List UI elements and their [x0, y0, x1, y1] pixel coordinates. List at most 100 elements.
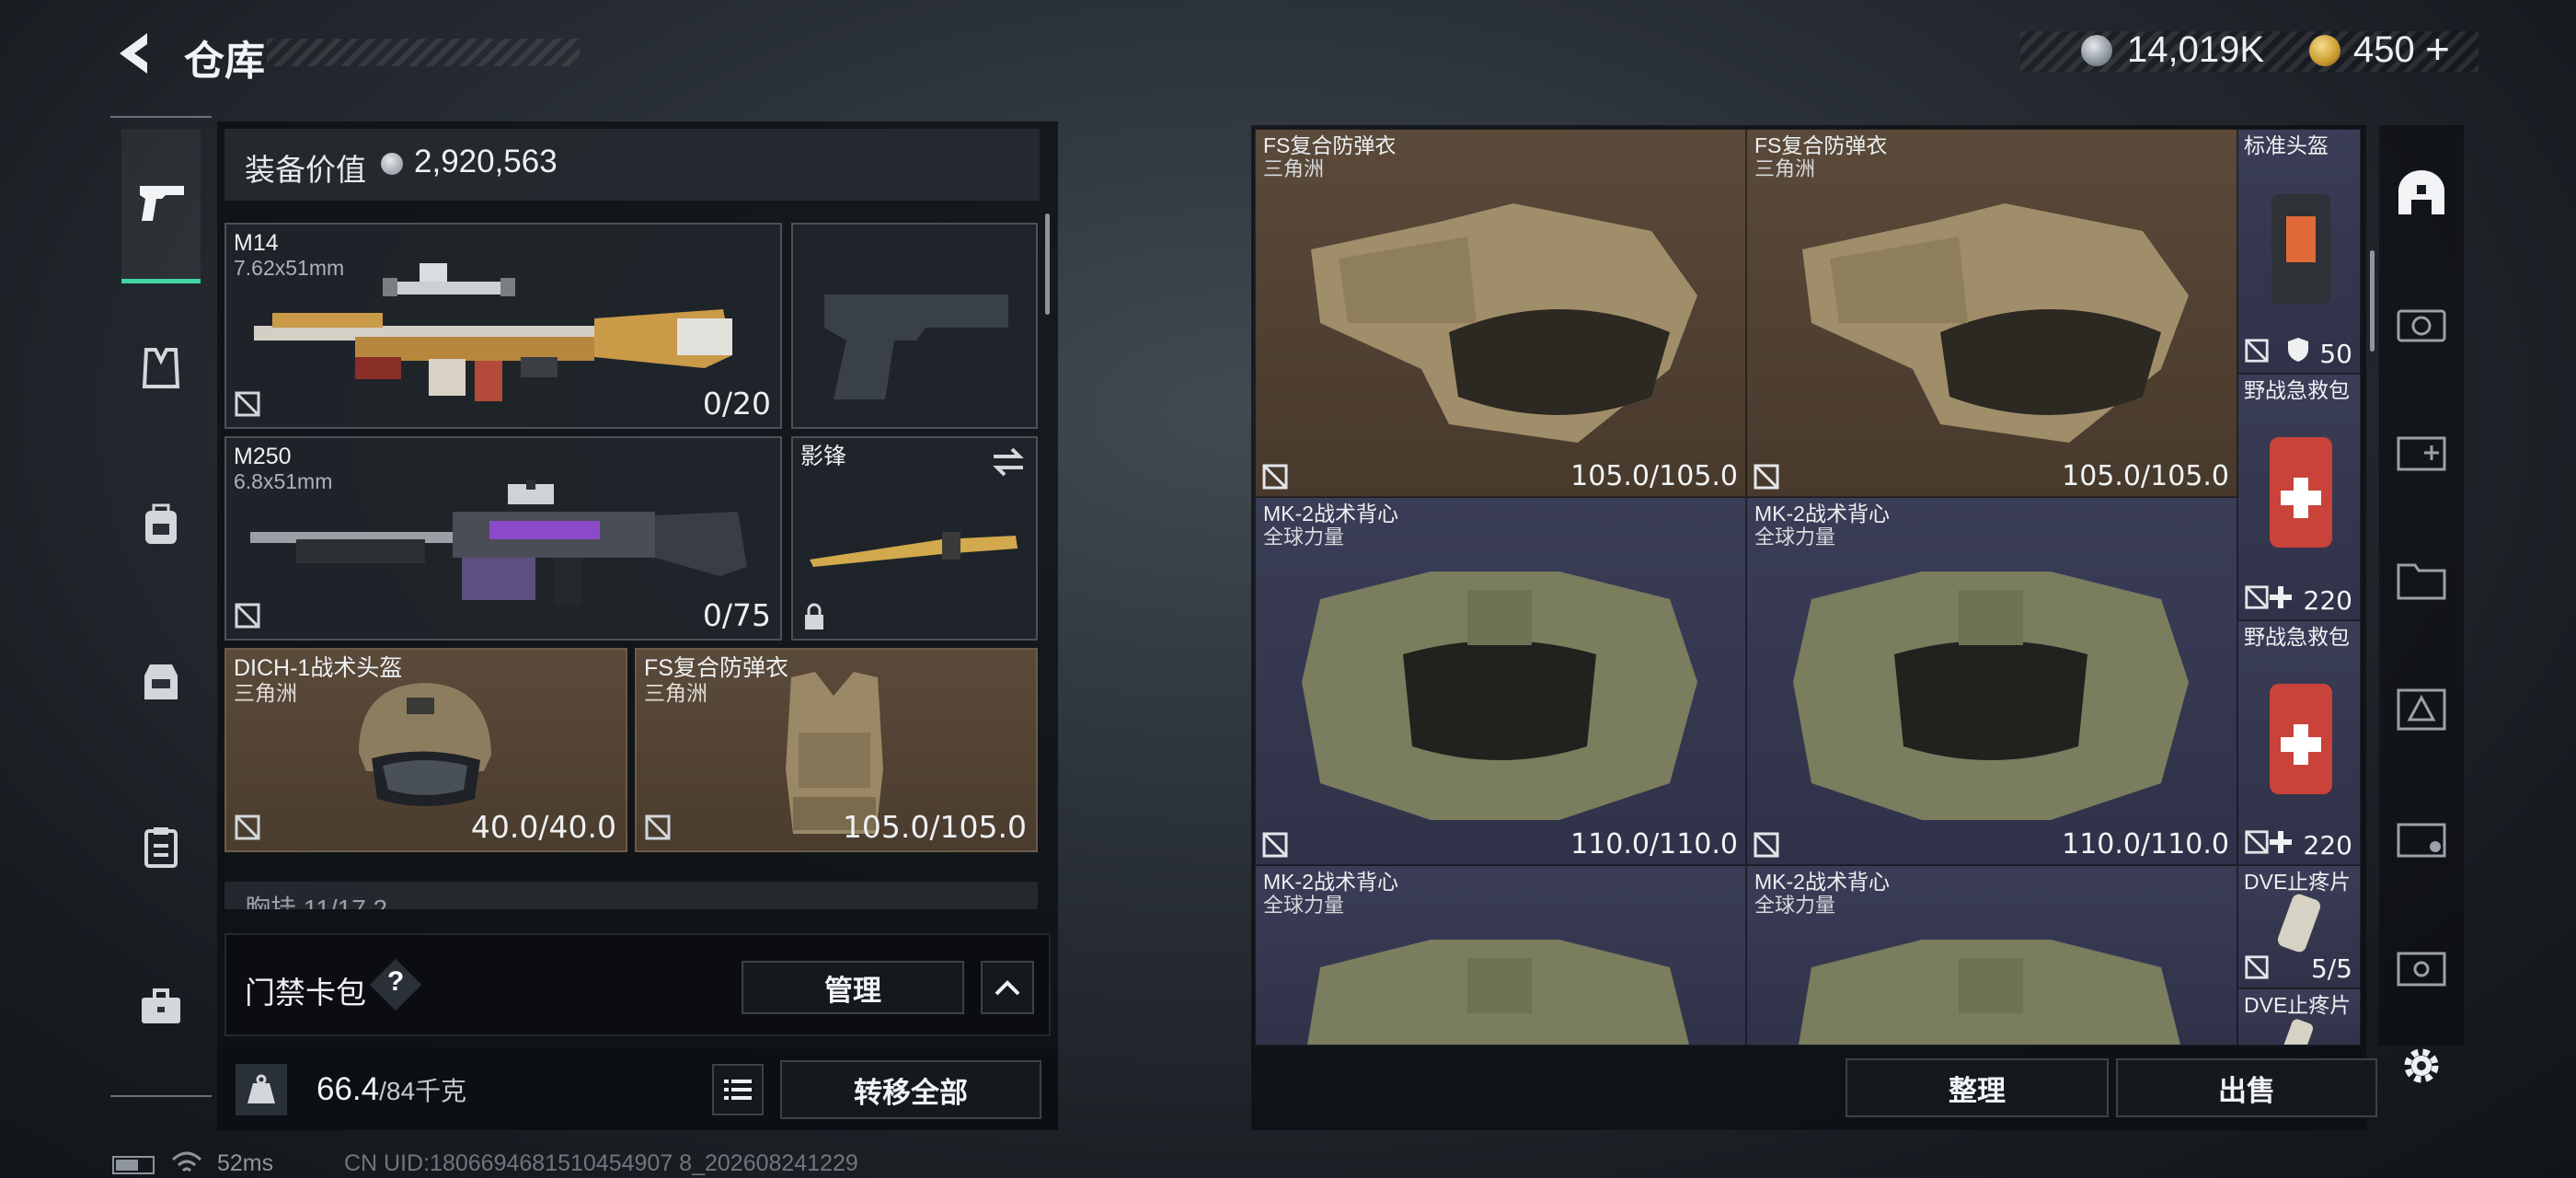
pistol-placeholder-icon: [824, 294, 1008, 399]
body-armor-image: [1802, 203, 2189, 443]
pistol-icon: [140, 186, 184, 221]
right-tab-3[interactable]: [2385, 543, 2458, 617]
tactical-vest-image: [1799, 940, 2180, 1045]
item-durability: 50: [2319, 339, 2352, 369]
stash-item[interactable]: MK-2战术背心 全球力量: [1255, 865, 1746, 1045]
item-name: FS复合防弹衣: [1754, 133, 1888, 157]
nav-tab-safe-box[interactable]: [124, 810, 198, 884]
list-view-button[interactable]: [712, 1064, 764, 1115]
m14-rifle-image: [254, 263, 732, 401]
nav-tab-case[interactable]: [124, 970, 198, 1044]
weapon-name: M250: [234, 444, 292, 469]
chevron-up-icon: [995, 980, 1020, 996]
nav-tab-chest-rig[interactable]: [124, 644, 198, 718]
collapse-keycard-button[interactable]: [981, 961, 1034, 1014]
stash-item-medkit[interactable]: 野战急救包 220: [2237, 620, 2361, 865]
m250-machine-gun-image: [250, 480, 747, 606]
knife-image: [810, 532, 1018, 567]
loadout-scrollbar[interactable]: [1045, 214, 1050, 315]
sidearm-slot[interactable]: [791, 223, 1038, 429]
keycard-label: 门禁卡包: [245, 976, 366, 1010]
wifi-icon: [171, 1151, 202, 1172]
weapon-ammo: 0/20: [702, 386, 771, 422]
tactical-vest-image: [1307, 940, 1689, 1045]
medkit-image: [2270, 437, 2332, 548]
nav-tab-armor[interactable]: [124, 331, 198, 405]
transfer-all-button[interactable]: 转移全部: [780, 1060, 1041, 1119]
item-name: DVE止疼片: [2244, 870, 2352, 894]
warning-box-icon: [2397, 688, 2446, 731]
lock-icon: [805, 603, 823, 629]
equipment-value: 2,920,563: [414, 144, 558, 179]
tactical-vest-image: [1302, 572, 1697, 820]
settings-button[interactable]: [2385, 1029, 2458, 1103]
manage-button[interactable]: 管理: [742, 961, 964, 1014]
shield-icon: [2288, 338, 2308, 362]
right-tab-all[interactable]: [2385, 156, 2458, 230]
swap-icon[interactable]: [990, 445, 1027, 479]
item-uses: 5/5: [2310, 953, 2352, 984]
item-name: FS复合防弹衣: [1263, 133, 1397, 157]
pill-bottle-image: [2277, 894, 2321, 953]
right-tab-1[interactable]: [2385, 285, 2458, 359]
armor-slot[interactable]: FS复合防弹衣 三角洲 105.0/105.0: [635, 648, 1038, 852]
vest-icon: [143, 348, 179, 388]
right-tab-2[interactable]: [2385, 414, 2458, 488]
right-tab-4[interactable]: [2385, 672, 2458, 745]
chest-rig-row[interactable]: 胸挂 11/17 2: [224, 882, 1038, 909]
equipment-value-bar: 装备价值 2,920,563: [224, 129, 1040, 201]
melee-slot[interactable]: 影锋: [791, 436, 1038, 641]
stash-item[interactable]: MK-2战术背心 全球力量: [1746, 865, 2237, 1045]
body-armor-image: [1311, 203, 1697, 443]
stash-item[interactable]: FS复合防弹衣 三角洲 105.0/105.0: [1746, 129, 2237, 497]
item-uses: 220: [2303, 830, 2352, 860]
equipment-value-label: 装备价值: [245, 153, 366, 187]
sort-button[interactable]: 整理: [1846, 1058, 2109, 1117]
stash-item-medkit[interactable]: 野战急救包 220: [2237, 374, 2361, 620]
add-currency-button[interactable]: +: [2425, 24, 2450, 74]
currency-silver: 14,019K: [2127, 29, 2265, 70]
stash-item[interactable]: MK-2战术背心 全球力量 110.0/110.0: [1255, 497, 1746, 865]
left-nav-top-line: [110, 116, 212, 118]
currency-gold: 450: [2353, 29, 2415, 70]
coin-icon: [381, 153, 403, 175]
ping: 52ms: [217, 1150, 274, 1176]
left-nav-bottom-line: [110, 1095, 212, 1097]
chest-rig-icon: [144, 664, 178, 699]
stash-scrollbar[interactable]: [2370, 250, 2375, 352]
title-underline-decoration: [267, 39, 580, 66]
nav-tab-backpack[interactable]: [124, 488, 198, 561]
list-icon: [724, 1080, 752, 1100]
right-tab-5[interactable]: [2385, 801, 2458, 874]
armor-faction: 三角洲: [644, 681, 707, 705]
item-uses: 220: [2303, 585, 2352, 616]
no-insurance-icon: [2245, 830, 2269, 854]
stash-item[interactable]: FS复合防弹衣 三角洲 105.0/105.0: [1255, 129, 1746, 497]
item-durability: 105.0/105.0: [1570, 460, 1738, 492]
item-name: MK-2战术背心: [1754, 870, 1890, 894]
armor-durability: 105.0/105.0: [842, 809, 1027, 845]
primary-weapon-slot[interactable]: M14 7.62x51mm 0/20: [224, 223, 782, 429]
player-uid: CN UID:1806694681510454907 8_20260824122…: [344, 1150, 858, 1176]
back-button[interactable]: [110, 28, 162, 79]
stash-item-painkiller[interactable]: DVE止疼片 5/5: [2237, 865, 2361, 988]
medkit-image: [2270, 684, 2332, 794]
camera-icon: [2397, 309, 2446, 342]
item-durability: 110.0/110.0: [1570, 828, 1738, 860]
secondary-weapon-slot[interactable]: M250 6.8x51mm 0/75: [224, 436, 782, 641]
helmet-slot[interactable]: DICH-1战术头盔 三角洲 40.0/40.0: [224, 648, 627, 852]
gold-coin-icon: [2309, 35, 2340, 66]
case-icon: [2397, 952, 2446, 987]
sell-button[interactable]: 出售: [2116, 1058, 2377, 1117]
stash-item-helmet[interactable]: 标准头盔 50: [2237, 129, 2361, 374]
right-tab-6[interactable]: [2385, 930, 2458, 1003]
stash-item[interactable]: MK-2战术背心 全球力量 110.0/110.0: [1746, 497, 2237, 865]
item-name: MK-2战术背心: [1754, 502, 1890, 525]
no-insurance-icon: [2245, 339, 2269, 363]
stash-item-painkiller[interactable]: DVE止疼片: [2237, 988, 2361, 1045]
keycard-bar: 门禁卡包 ? 管理: [224, 933, 1051, 1036]
weight-readout: 66.4/84千克: [316, 1071, 466, 1108]
no-insurance-icon: [1754, 464, 1779, 490]
coin-icon: [2081, 35, 2112, 66]
nav-tab-weapons[interactable]: [121, 129, 201, 283]
